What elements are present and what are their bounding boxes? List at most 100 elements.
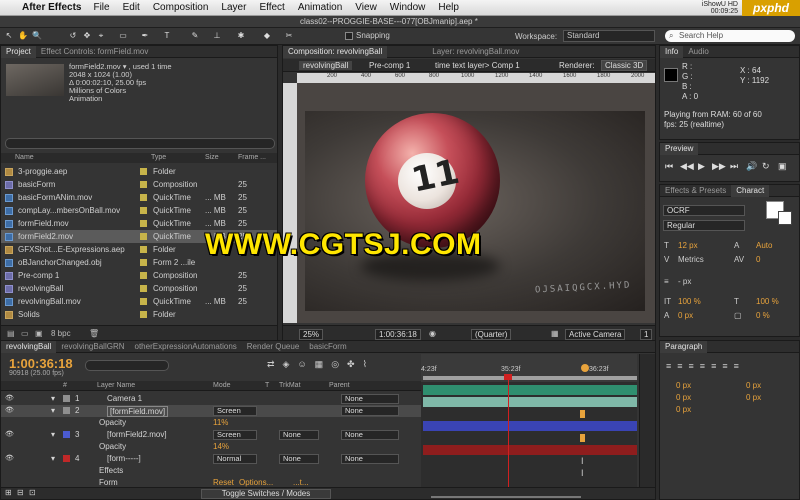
- font-size-value[interactable]: 12 px: [678, 241, 698, 250]
- snapshot-icon[interactable]: ◉: [429, 329, 436, 338]
- keyframe-marker[interactable]: [580, 410, 585, 418]
- label-color-swatch[interactable]: [140, 311, 147, 318]
- selection-tool-icon[interactable]: ↖: [4, 31, 14, 41]
- expand-layer-icon[interactable]: ▾: [51, 430, 55, 439]
- visibility-eye-icon[interactable]: 👁: [5, 430, 14, 438]
- audio-icon[interactable]: 🔊: [746, 161, 757, 172]
- nav-precomp-1[interactable]: Pre-comp 1: [369, 61, 410, 70]
- layer-property-row[interactable]: Opacity 11%: [1, 417, 421, 429]
- leading-value[interactable]: Auto: [756, 241, 772, 250]
- tab-timeline-otherexpressionautomations[interactable]: otherExpressionAutomations: [130, 341, 242, 353]
- draft-3d-icon[interactable]: ◈: [283, 359, 290, 370]
- label-color-swatch[interactable]: [140, 285, 147, 292]
- project-item-row[interactable]: compLay...mbersOnBall.mov QuickTime ... MB…: [1, 204, 277, 217]
- expand-layer-icon[interactable]: ▾: [51, 454, 55, 463]
- comp-mini-flowchart-icon[interactable]: ⇄: [267, 359, 275, 370]
- timeline-graph-area[interactable]: 4:23f 35:23f 36:23f II: [421, 354, 637, 488]
- play-icon[interactable]: ▶: [698, 161, 705, 172]
- layer-name[interactable]: [formField.mov]: [107, 406, 169, 417]
- toggle-switches-modes-button[interactable]: Toggle Switches / Modes: [201, 489, 331, 499]
- layer-label-color[interactable]: [63, 395, 70, 402]
- label-color-swatch[interactable]: [140, 259, 147, 266]
- effect-about-link[interactable]: ...t...: [293, 478, 309, 487]
- column-size[interactable]: Size: [205, 154, 219, 161]
- nav-time-text-layer[interactable]: time text layer> Comp 1: [435, 61, 520, 70]
- hand-tool-icon[interactable]: ✋: [18, 31, 28, 41]
- tab-character[interactable]: Charact: [731, 184, 770, 197]
- property-value[interactable]: 11%: [213, 418, 228, 427]
- layer-row[interactable]: 👁 ▾ 3 [formField2.mov] Screen None None: [1, 429, 421, 441]
- layer-duration-bar[interactable]: [423, 385, 637, 395]
- project-item-row[interactable]: basicFormANim.mov QuickTime ... MB 25: [1, 191, 277, 204]
- brush-tool-icon[interactable]: ✎: [190, 31, 200, 41]
- zoom-tool-icon[interactable]: 🔍: [32, 31, 42, 41]
- stroke-width-value[interactable]: - px: [678, 277, 691, 286]
- magnification-dropdown[interactable]: 25%: [299, 329, 324, 340]
- timeline-scrollbar[interactable]: [639, 354, 655, 488]
- pen-tool-icon[interactable]: ✒: [140, 31, 150, 41]
- project-item-row[interactable]: 3-proggie.aep Folder: [1, 165, 277, 178]
- orbit-camera-tool-icon[interactable]: ✥: [82, 31, 92, 41]
- pan-behind-tool-icon[interactable]: ⌖: [96, 31, 106, 41]
- expand-layer-icon[interactable]: ▾: [51, 406, 55, 415]
- tab-effects-presets[interactable]: Effects & Presets: [660, 185, 731, 197]
- expand-stretch-icon[interactable]: ⊡: [29, 488, 36, 497]
- menu-layer[interactable]: Layer: [221, 2, 246, 13]
- label-color-swatch[interactable]: [140, 233, 147, 240]
- layer-mode-dropdown[interactable]: Normal: [213, 454, 257, 464]
- indent-left-value[interactable]: 0 px: [676, 381, 691, 390]
- camera-view-dropdown[interactable]: Active Camera: [565, 329, 626, 340]
- project-item-row[interactable]: Pre-comp 1 Composition 25: [1, 269, 277, 282]
- justify-all-icon[interactable]: ≡: [734, 361, 739, 371]
- tab-info[interactable]: Info: [660, 45, 684, 58]
- property-value[interactable]: 14%: [213, 442, 229, 451]
- tab-project[interactable]: Project: [1, 45, 36, 58]
- new-folder-icon[interactable]: ▭: [21, 329, 29, 338]
- menu-help[interactable]: Help: [438, 2, 459, 13]
- motion-blur-icon[interactable]: ◎: [331, 359, 339, 370]
- label-color-swatch[interactable]: [140, 246, 147, 253]
- project-item-row[interactable]: revolvingBall Composition 25: [1, 282, 277, 295]
- layer-property-row[interactable]: Effects: [1, 465, 421, 477]
- tab-paragraph[interactable]: Paragraph: [660, 340, 708, 353]
- justify-last-right-icon[interactable]: ≡: [722, 361, 727, 371]
- project-item-row[interactable]: revolvingBall.mov QuickTime ... MB 25: [1, 295, 277, 308]
- last-frame-icon[interactable]: ⏭: [730, 161, 738, 172]
- align-center-icon[interactable]: ≡: [677, 361, 682, 371]
- brainstorm-icon[interactable]: ✤: [347, 359, 355, 370]
- tab-timeline-revolvingballgrn[interactable]: revolvingBallGRN: [56, 341, 129, 353]
- view-layout-dropdown[interactable]: 1: [640, 329, 653, 340]
- snapping-checkbox[interactable]: [345, 31, 353, 40]
- first-line-indent-value[interactable]: 0 px: [676, 405, 691, 414]
- justify-last-center-icon[interactable]: ≡: [711, 361, 716, 371]
- new-comp-icon[interactable]: ▣: [35, 329, 43, 338]
- indent-right-value[interactable]: 0 px: [746, 381, 761, 390]
- timeline-search-input[interactable]: [85, 360, 169, 371]
- visibility-eye-icon[interactable]: 👁: [5, 454, 14, 462]
- parent-dropdown[interactable]: None: [341, 406, 399, 416]
- effect-options-link[interactable]: Options...: [239, 478, 273, 487]
- visibility-eye-icon[interactable]: 👁: [5, 394, 14, 402]
- kerning-value[interactable]: Metrics: [678, 255, 704, 264]
- label-color-swatch[interactable]: [140, 181, 147, 188]
- type-tool-icon[interactable]: T: [162, 31, 172, 41]
- tab-timeline-revolvingball[interactable]: revolvingBall: [1, 340, 57, 353]
- expand-switches-icon[interactable]: ⊞: [5, 488, 12, 497]
- menu-effect[interactable]: Effect: [259, 2, 284, 13]
- property-value[interactable]: Reset: [213, 478, 234, 487]
- layer-name[interactable]: [form-----]: [107, 454, 141, 463]
- column-name[interactable]: Name: [15, 154, 34, 161]
- resolution-dropdown[interactable]: (Quarter): [471, 329, 512, 340]
- baseline-shift-value[interactable]: 0 px: [678, 311, 693, 320]
- parent-dropdown[interactable]: None: [341, 430, 399, 440]
- layer-label-color[interactable]: [63, 407, 70, 414]
- graph-editor-icon[interactable]: ⌇: [363, 359, 367, 370]
- menu-composition[interactable]: Composition: [153, 2, 209, 13]
- nav-revolvingball[interactable]: revolvingBall: [299, 61, 353, 70]
- roto-brush-tool-icon[interactable]: ◆: [262, 31, 272, 41]
- previous-frame-icon[interactable]: ◀◀: [680, 161, 694, 172]
- comp-viewport[interactable]: 11 OJSAIQGCX.HYD: [297, 83, 655, 323]
- frame-blending-icon[interactable]: ▦: [315, 359, 324, 370]
- column-layer-name[interactable]: Layer Name: [97, 382, 135, 389]
- menu-file[interactable]: File: [93, 2, 109, 13]
